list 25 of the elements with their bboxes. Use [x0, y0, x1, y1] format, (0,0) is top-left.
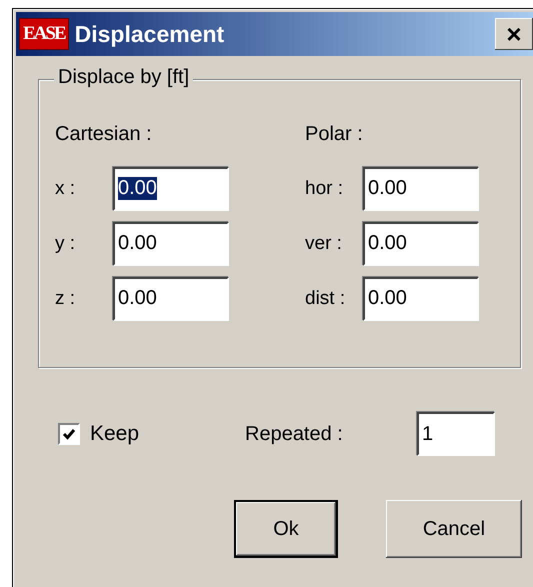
column-heading: Cartesian :: [55, 123, 153, 147]
field-label: Repeated :: [245, 422, 344, 446]
window-title: Displacement: [74, 20, 226, 48]
close-button[interactable]: ×: [495, 18, 533, 50]
check-icon: [62, 427, 76, 441]
column-heading: Polar :: [305, 123, 364, 147]
input-field[interactable]: 1: [417, 412, 495, 456]
input-field[interactable]: 0.00: [113, 276, 229, 320]
keep-checkbox[interactable]: [58, 423, 80, 445]
group-title: Displace by [ft]: [54, 66, 194, 89]
field-label: x :: [55, 178, 76, 200]
input-field[interactable]: 0.00: [363, 166, 479, 210]
field-label: z :: [55, 288, 76, 310]
field-label: y :: [55, 232, 76, 254]
input-field[interactable]: 0.00: [113, 222, 229, 266]
field-label: ver :: [305, 232, 343, 254]
input-field[interactable]: 0.00: [113, 166, 229, 210]
dialog-button[interactable]: Ok: [234, 500, 338, 558]
field-label: dist :: [305, 288, 346, 310]
input-field[interactable]: 0.00: [363, 276, 479, 320]
app-logo: EASE: [19, 18, 69, 50]
field-label: hor :: [305, 178, 344, 200]
checkbox-label: Keep: [90, 422, 140, 446]
input-field[interactable]: 0.00: [363, 222, 479, 266]
dialog-button[interactable]: Cancel: [386, 500, 522, 558]
